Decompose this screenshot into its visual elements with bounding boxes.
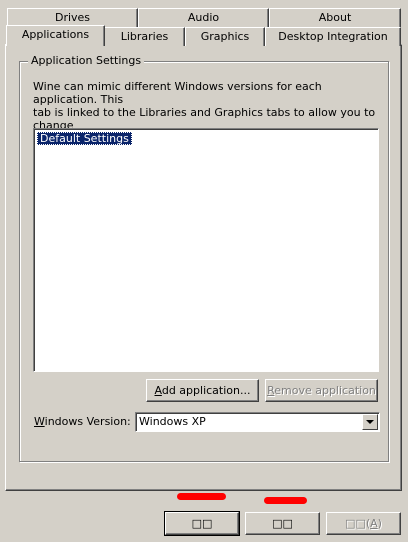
apply-button-close: )	[377, 517, 382, 530]
tab-about-label: About	[318, 11, 352, 24]
cancel-button-label: □□	[272, 517, 293, 530]
tab-applications[interactable]: Applications	[6, 25, 105, 46]
tab-graphics[interactable]: Graphics	[185, 27, 265, 46]
windows-version-label: Windows Version:	[34, 415, 131, 428]
apply-button-label: □□(	[345, 517, 371, 530]
windows-version-label-text: indows Version:	[44, 415, 131, 428]
ok-button[interactable]: □□	[164, 511, 240, 536]
tab-audio[interactable]: Audio	[138, 8, 269, 27]
application-list[interactable]: Default Settings	[33, 128, 379, 372]
tab-desktop-integration-label: Desktop Integration	[278, 30, 388, 43]
list-item-default-settings[interactable]: Default Settings	[37, 132, 132, 145]
tab-desktop-integration[interactable]: Desktop Integration	[265, 27, 401, 46]
apply-button[interactable]: □□(A)	[326, 512, 401, 535]
windows-version-accel: W	[34, 415, 45, 428]
tab-audio-label: Audio	[187, 11, 220, 24]
windows-version-value: Windows XP	[139, 415, 206, 428]
tab-about[interactable]: About	[269, 8, 401, 27]
tab-libraries[interactable]: Libraries	[104, 27, 185, 46]
tab-libraries-label: Libraries	[120, 30, 169, 43]
ok-button-label: □□	[191, 517, 213, 530]
red-annotation-mark-ok	[177, 493, 226, 500]
tab-drives-label: Drives	[54, 11, 91, 24]
tab-graphics-label: Graphics	[200, 30, 250, 43]
red-annotation-mark-cancel	[264, 497, 307, 504]
add-application-accel: A	[154, 384, 162, 397]
cancel-button[interactable]: □□	[245, 512, 320, 535]
add-application-button[interactable]: Add application...	[146, 379, 259, 402]
remove-application-label: emove application	[274, 384, 376, 397]
apply-button-accel: A	[370, 517, 378, 530]
chevron-down-icon[interactable]	[362, 414, 378, 430]
add-application-label: dd application...	[161, 384, 251, 397]
remove-application-button[interactable]: Remove application	[265, 379, 378, 402]
tab-applications-label: Applications	[21, 28, 90, 41]
windows-version-select[interactable]: Windows XP	[135, 412, 380, 432]
group-title: Application Settings	[28, 54, 145, 68]
